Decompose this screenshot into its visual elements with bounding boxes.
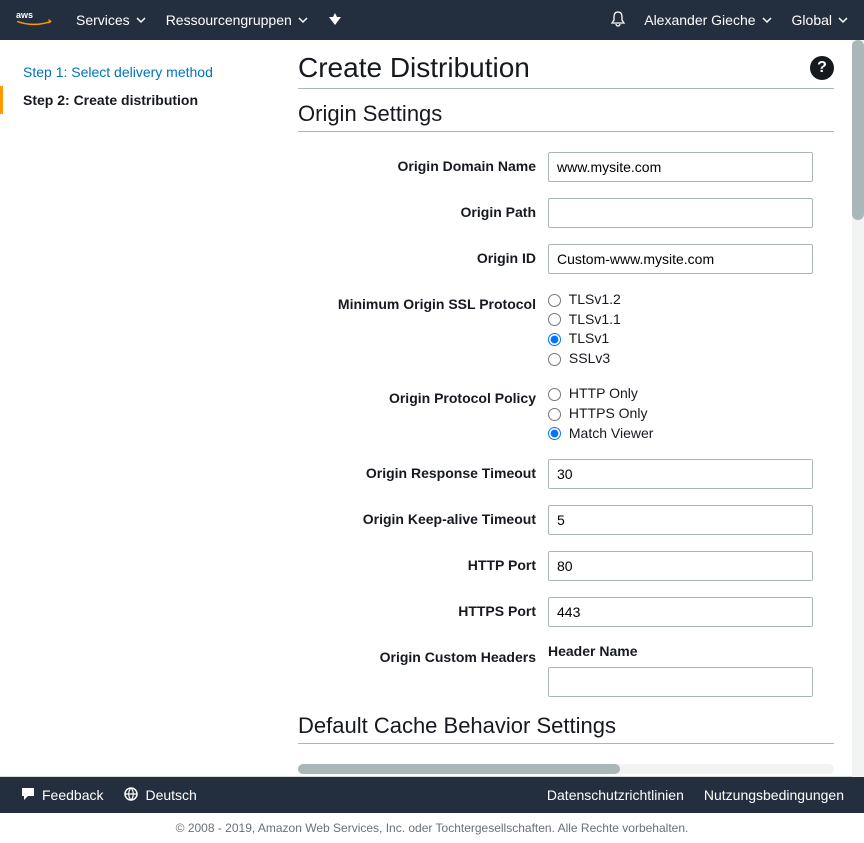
radio-https-only[interactable]: HTTPS Only <box>548 404 834 424</box>
nav-services-label: Services <box>76 12 130 28</box>
bell-icon[interactable] <box>610 11 626 30</box>
nav-user-label: Alexander Gieche <box>644 12 755 28</box>
caret-down-icon <box>838 12 848 28</box>
section-cache-behavior: Default Cache Behavior Settings <box>298 713 834 744</box>
horizontal-scrollbar[interactable] <box>298 764 834 774</box>
nav-region[interactable]: Global <box>792 12 848 28</box>
caret-down-icon <box>298 12 308 28</box>
copyright-text: © 2008 - 2019, Amazon Web Services, Inc.… <box>0 813 864 843</box>
footer-bar: Feedback Deutsch Datenschutzrichtlinien … <box>0 777 864 813</box>
aws-logo[interactable]: aws <box>16 8 76 33</box>
header-name-column: Header Name <box>548 643 834 667</box>
label-http-port: HTTP Port <box>298 551 548 581</box>
radio-group-protocol: HTTP Only HTTPS Only Match Viewer <box>548 384 834 443</box>
privacy-link[interactable]: Datenschutzrichtlinien <box>547 787 684 803</box>
radio-group-ssl: TLSv1.2 TLSv1.1 TLSv1 SSLv3 <box>548 290 834 368</box>
label-response-timeout: Origin Response Timeout <box>298 459 548 489</box>
pin-icon[interactable] <box>328 12 342 29</box>
radio-tls1[interactable]: TLSv1 <box>548 329 834 349</box>
input-keepalive-timeout[interactable] <box>548 505 813 535</box>
page-title: Create Distribution <box>298 52 530 84</box>
input-origin-id[interactable] <box>548 244 813 274</box>
main: Step 1: Select delivery method Step 2: C… <box>0 40 864 777</box>
radio-ssl3[interactable]: SSLv3 <box>548 349 834 369</box>
input-https-port[interactable] <box>548 597 813 627</box>
input-http-port[interactable] <box>548 551 813 581</box>
label-origin-domain-name: Origin Domain Name <box>298 152 548 182</box>
nav-resource-groups-label: Ressourcengruppen <box>166 12 292 28</box>
vertical-scrollbar[interactable] <box>852 40 864 777</box>
input-origin-domain-name[interactable] <box>548 152 813 182</box>
caret-down-icon <box>762 12 772 28</box>
help-icon[interactable]: ? <box>810 56 834 80</box>
wizard-sidebar: Step 1: Select delivery method Step 2: C… <box>0 40 288 776</box>
radio-match-viewer[interactable]: Match Viewer <box>548 424 834 444</box>
feedback-link[interactable]: Feedback <box>20 786 103 805</box>
input-header-name[interactable] <box>548 667 813 697</box>
caret-down-icon <box>136 12 146 28</box>
label-min-ssl: Minimum Origin SSL Protocol <box>298 290 548 368</box>
nav-region-label: Global <box>792 12 832 28</box>
nav-resource-groups[interactable]: Ressourcengruppen <box>166 12 308 28</box>
radio-http-only[interactable]: HTTP Only <box>548 384 834 404</box>
vertical-scrollbar-thumb[interactable] <box>852 40 864 220</box>
label-custom-headers: Origin Custom Headers <box>298 643 548 697</box>
speech-bubble-icon <box>20 786 36 805</box>
label-origin-id: Origin ID <box>298 244 548 274</box>
content-scroll[interactable]: Create Distribution ? Origin Settings Or… <box>288 40 864 776</box>
step-2-active: Step 2: Create distribution <box>0 86 264 114</box>
step-1-link[interactable]: Step 1: Select delivery method <box>0 58 264 86</box>
input-response-timeout[interactable] <box>548 459 813 489</box>
label-origin-path: Origin Path <box>298 198 548 228</box>
radio-tls12[interactable]: TLSv1.2 <box>548 290 834 310</box>
label-https-port: HTTPS Port <box>298 597 548 627</box>
section-origin-settings: Origin Settings <box>298 101 834 132</box>
terms-link[interactable]: Nutzungsbedingungen <box>704 787 844 803</box>
label-keepalive-timeout: Origin Keep-alive Timeout <box>298 505 548 535</box>
radio-tls11[interactable]: TLSv1.1 <box>548 310 834 330</box>
nav-user[interactable]: Alexander Gieche <box>644 12 771 28</box>
svg-text:aws: aws <box>16 9 33 19</box>
label-protocol-policy: Origin Protocol Policy <box>298 384 548 443</box>
nav-services[interactable]: Services <box>76 12 146 28</box>
horizontal-scrollbar-thumb[interactable] <box>298 764 620 774</box>
language-selector[interactable]: Deutsch <box>123 786 196 805</box>
globe-icon <box>123 786 139 805</box>
top-nav: aws Services Ressourcengruppen Alexander… <box>0 0 864 40</box>
input-origin-path[interactable] <box>548 198 813 228</box>
